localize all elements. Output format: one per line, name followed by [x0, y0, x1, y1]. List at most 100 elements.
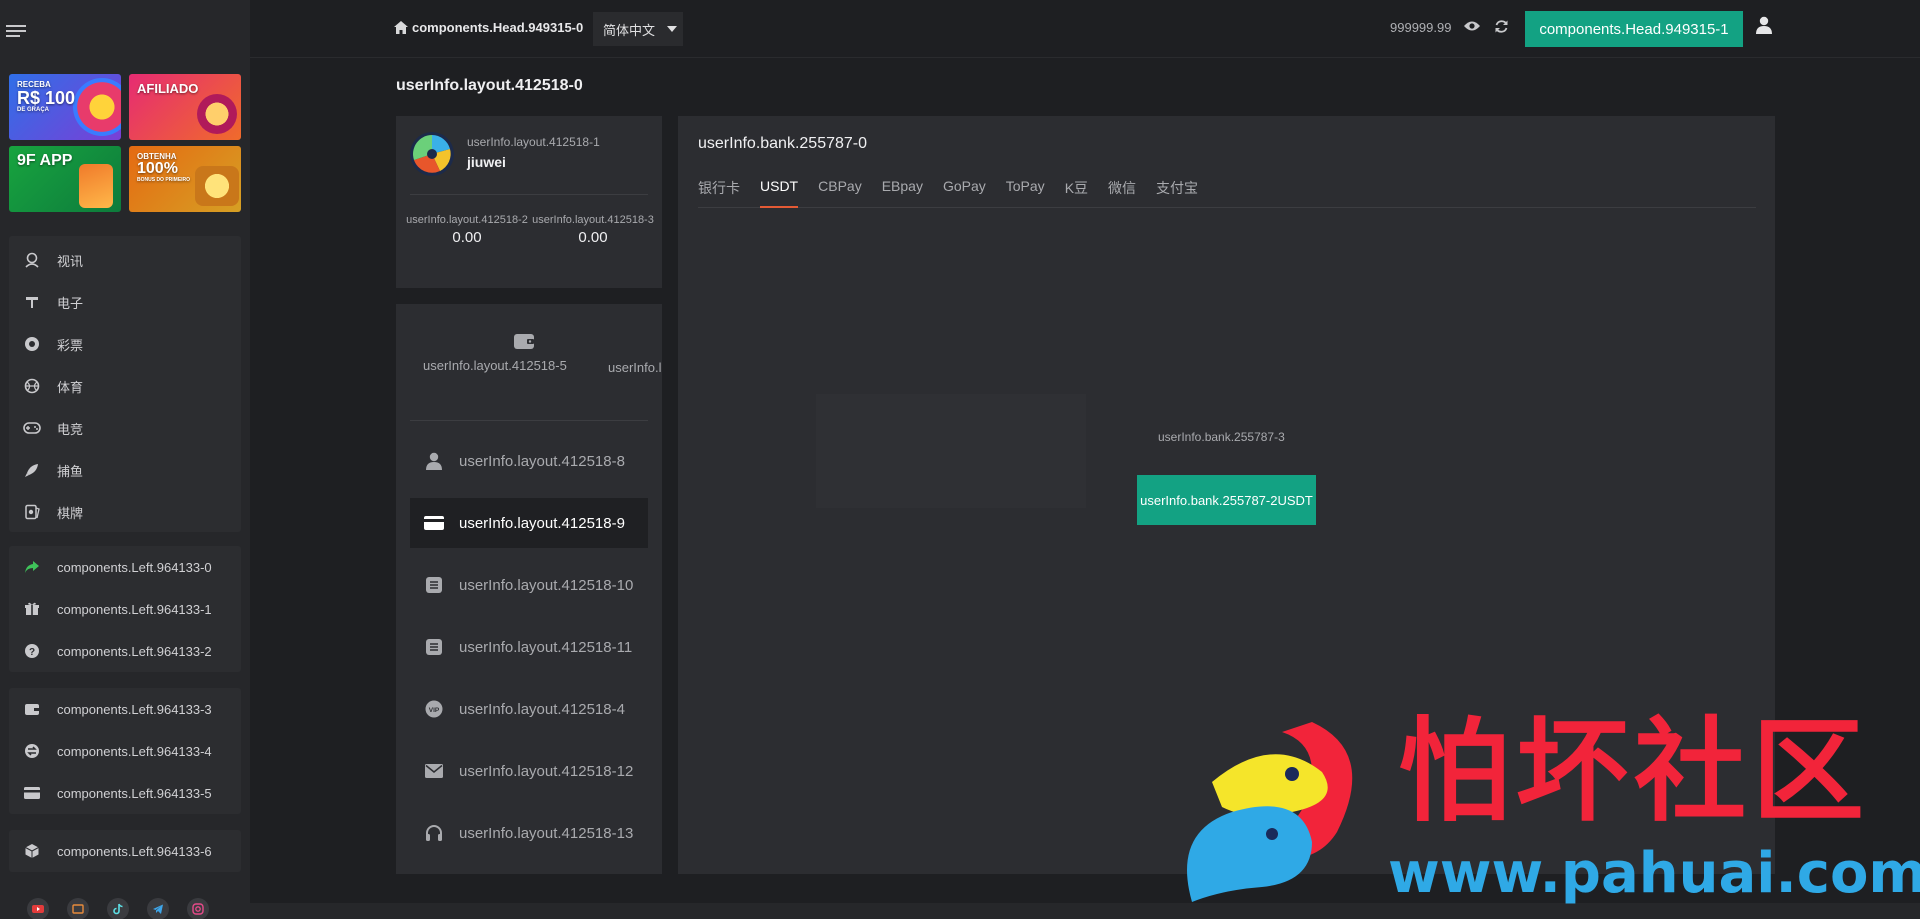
svg-text:?: ? — [29, 647, 35, 658]
share-icon — [23, 558, 41, 576]
headset-icon — [424, 824, 444, 842]
profile-stat: userInfo.layout.412518-3 0.00 — [530, 214, 656, 246]
social-links — [27, 898, 209, 919]
sidebar-item-cards[interactable]: 棋牌 — [9, 491, 241, 533]
menu-item-records[interactable]: userInfo.layout.412518-10 — [410, 560, 648, 610]
vip-icon: VIP — [424, 700, 444, 718]
sports-icon — [23, 377, 41, 395]
menu-item-messages[interactable]: userInfo.layout.412518-12 — [410, 746, 648, 796]
sidebar-item-gift[interactable]: components.Left.964133-1 — [9, 588, 241, 630]
tab-kdou[interactable]: K豆 — [1065, 178, 1088, 208]
tab-ebpay[interactable]: EBpay — [882, 178, 923, 208]
sidebar-item-label: components.Left.964133-2 — [57, 643, 212, 659]
user-icon[interactable] — [1756, 16, 1772, 34]
promo-grid: RECEBA R$ 100 DE GRAÇA AFILIADO 9F APP O… — [9, 74, 241, 212]
sidebar-item-fishing[interactable]: 捕鱼 — [9, 449, 241, 491]
tv-icon[interactable] — [67, 898, 89, 919]
sidebar-item-label: components.Left.964133-5 — [57, 785, 212, 801]
bank-card-icon — [424, 516, 444, 530]
sidebar-item-share[interactable]: components.Left.964133-0 — [9, 546, 241, 588]
sidebar-item-cube[interactable]: components.Left.964133-6 — [9, 830, 241, 872]
home-breadcrumb[interactable]: components.Head.949315-0 — [394, 20, 583, 35]
promo-banner-app[interactable]: 9F APP — [9, 146, 121, 212]
menu-item-label: userInfo.layout.412518-8 — [459, 452, 625, 470]
menu-item-vip[interactable]: VIP userInfo.layout.412518-4 — [410, 684, 648, 734]
account-menu-card: userInfo.layout.412518-5 userInfo.layout… — [396, 304, 662, 874]
promo-banner-deposit[interactable]: OBTENHA 100% BONUS DO PRIMEIRO — [129, 146, 241, 212]
hamburger-menu-icon[interactable] — [6, 22, 28, 40]
tab-usdt[interactable]: USDT — [760, 178, 799, 208]
fishing-icon — [23, 461, 41, 479]
tab-gopay[interactable]: GoPay — [943, 178, 986, 208]
menu-item-support[interactable]: userInfo.layout.412518-13 — [410, 808, 648, 858]
menu-item-bank[interactable]: userInfo.layout.412518-9 — [410, 498, 648, 548]
gift-icon — [23, 600, 41, 618]
promo-text: AFILIADO — [137, 81, 199, 96]
telegram-icon[interactable] — [147, 898, 169, 919]
empty-state-text: userInfo.bank.255787-3 — [1158, 430, 1285, 444]
quick-action-coin[interactable]: userInfo.layout.412518-6 — [608, 332, 662, 376]
sidebar-item-esports[interactable]: 电竞 — [9, 407, 241, 449]
tab-bank-card[interactable]: 银行卡 — [698, 178, 740, 208]
card-icon — [23, 784, 41, 802]
profile-stat-value: 0.00 — [578, 229, 608, 246]
youtube-icon[interactable] — [27, 898, 49, 919]
payment-tabs: 银行卡 USDT CBPay EBpay GoPay ToPay K豆 微信 支… — [698, 178, 1756, 208]
sidebar-links-group: components.Left.964133-0 components.Left… — [9, 546, 241, 672]
divider — [410, 420, 648, 421]
sidebar-item-live[interactable]: 视讯 — [9, 239, 241, 281]
promo-text: BONUS DO PRIMEIRO — [137, 177, 191, 183]
document-icon — [424, 638, 444, 656]
sidebar-wallet-group: components.Left.964133-3 components.Left… — [9, 688, 241, 814]
promo-banner-bonus[interactable]: RECEBA R$ 100 DE GRAÇA — [9, 74, 121, 140]
cards-icon — [23, 503, 41, 521]
eye-icon[interactable] — [1463, 20, 1481, 32]
gamepad-icon — [23, 419, 41, 437]
promo-text: 100% — [137, 160, 178, 177]
sidebar-item-wallet[interactable]: components.Left.964133-3 — [9, 688, 241, 730]
sidebar-item-exchange[interactable]: components.Left.964133-4 — [9, 730, 241, 772]
sidebar-extra-group: components.Left.964133-6 — [9, 830, 241, 872]
menu-item-profile[interactable]: userInfo.layout.412518-8 — [410, 436, 648, 486]
sidebar-item-card[interactable]: components.Left.964133-5 — [9, 772, 241, 814]
sidebar: RECEBA R$ 100 DE GRAÇA AFILIADO 9F APP O… — [0, 0, 250, 919]
tab-topay[interactable]: ToPay — [1006, 178, 1045, 208]
tab-wechat[interactable]: 微信 — [1108, 178, 1136, 208]
sidebar-item-sports[interactable]: 体育 — [9, 365, 241, 407]
tiktok-icon[interactable] — [107, 898, 129, 919]
sidebar-item-label: 视讯 — [57, 253, 84, 269]
person-icon — [424, 452, 444, 470]
profile-stat-caption: userInfo.layout.412518-2 — [406, 214, 528, 226]
tab-alipay[interactable]: 支付宝 — [1156, 178, 1198, 208]
divider — [410, 194, 648, 195]
menu-item-label: userInfo.layout.412518-11 — [459, 638, 633, 656]
live-dealer-icon — [23, 251, 41, 269]
quick-action-label: userInfo.layout.412518-6 — [608, 360, 662, 375]
promo-banner-affiliate[interactable]: AFILIADO — [129, 74, 241, 140]
menu-item-label: userInfo.layout.412518-13 — [459, 824, 634, 842]
footer-strip — [250, 903, 1920, 919]
quick-action-wallet[interactable]: userInfo.layout.412518-5 — [423, 332, 573, 374]
menu-item-label: userInfo.layout.412518-9 — [459, 514, 625, 532]
menu-item-label: userInfo.layout.412518-10 — [459, 576, 634, 594]
language-select[interactable]: 简体中文 — [593, 12, 683, 46]
balance-amount: 999999.99 — [1390, 20, 1452, 35]
wallet-icon — [513, 332, 573, 350]
cube-icon — [23, 842, 41, 860]
header-action-button[interactable]: components.Head.949315-1 — [1525, 11, 1743, 47]
avatar — [410, 132, 454, 176]
home-breadcrumb-label: components.Head.949315-0 — [412, 20, 584, 35]
sidebar-item-help[interactable]: ? components.Left.964133-2 — [9, 630, 241, 672]
bind-usdt-button[interactable]: userInfo.bank.255787-2USDT — [1137, 475, 1316, 525]
instagram-icon[interactable] — [187, 898, 209, 919]
menu-item-history[interactable]: userInfo.layout.412518-11 — [410, 622, 648, 672]
quick-action-label: userInfo.layout.412518-5 — [423, 358, 567, 373]
sidebar-item-slots[interactable]: 电子 — [9, 281, 241, 323]
sidebar-item-label: 捕鱼 — [57, 463, 84, 479]
profile-subtitle: userInfo.layout.412518-1 — [467, 135, 600, 149]
page-title: userInfo.layout.412518-0 — [396, 77, 583, 94]
sidebar-item-lottery[interactable]: 彩票 — [9, 323, 241, 365]
refresh-icon[interactable] — [1494, 19, 1509, 34]
tab-cbpay[interactable]: CBPay — [818, 178, 862, 208]
promo-text: R$ 100 — [17, 88, 76, 108]
